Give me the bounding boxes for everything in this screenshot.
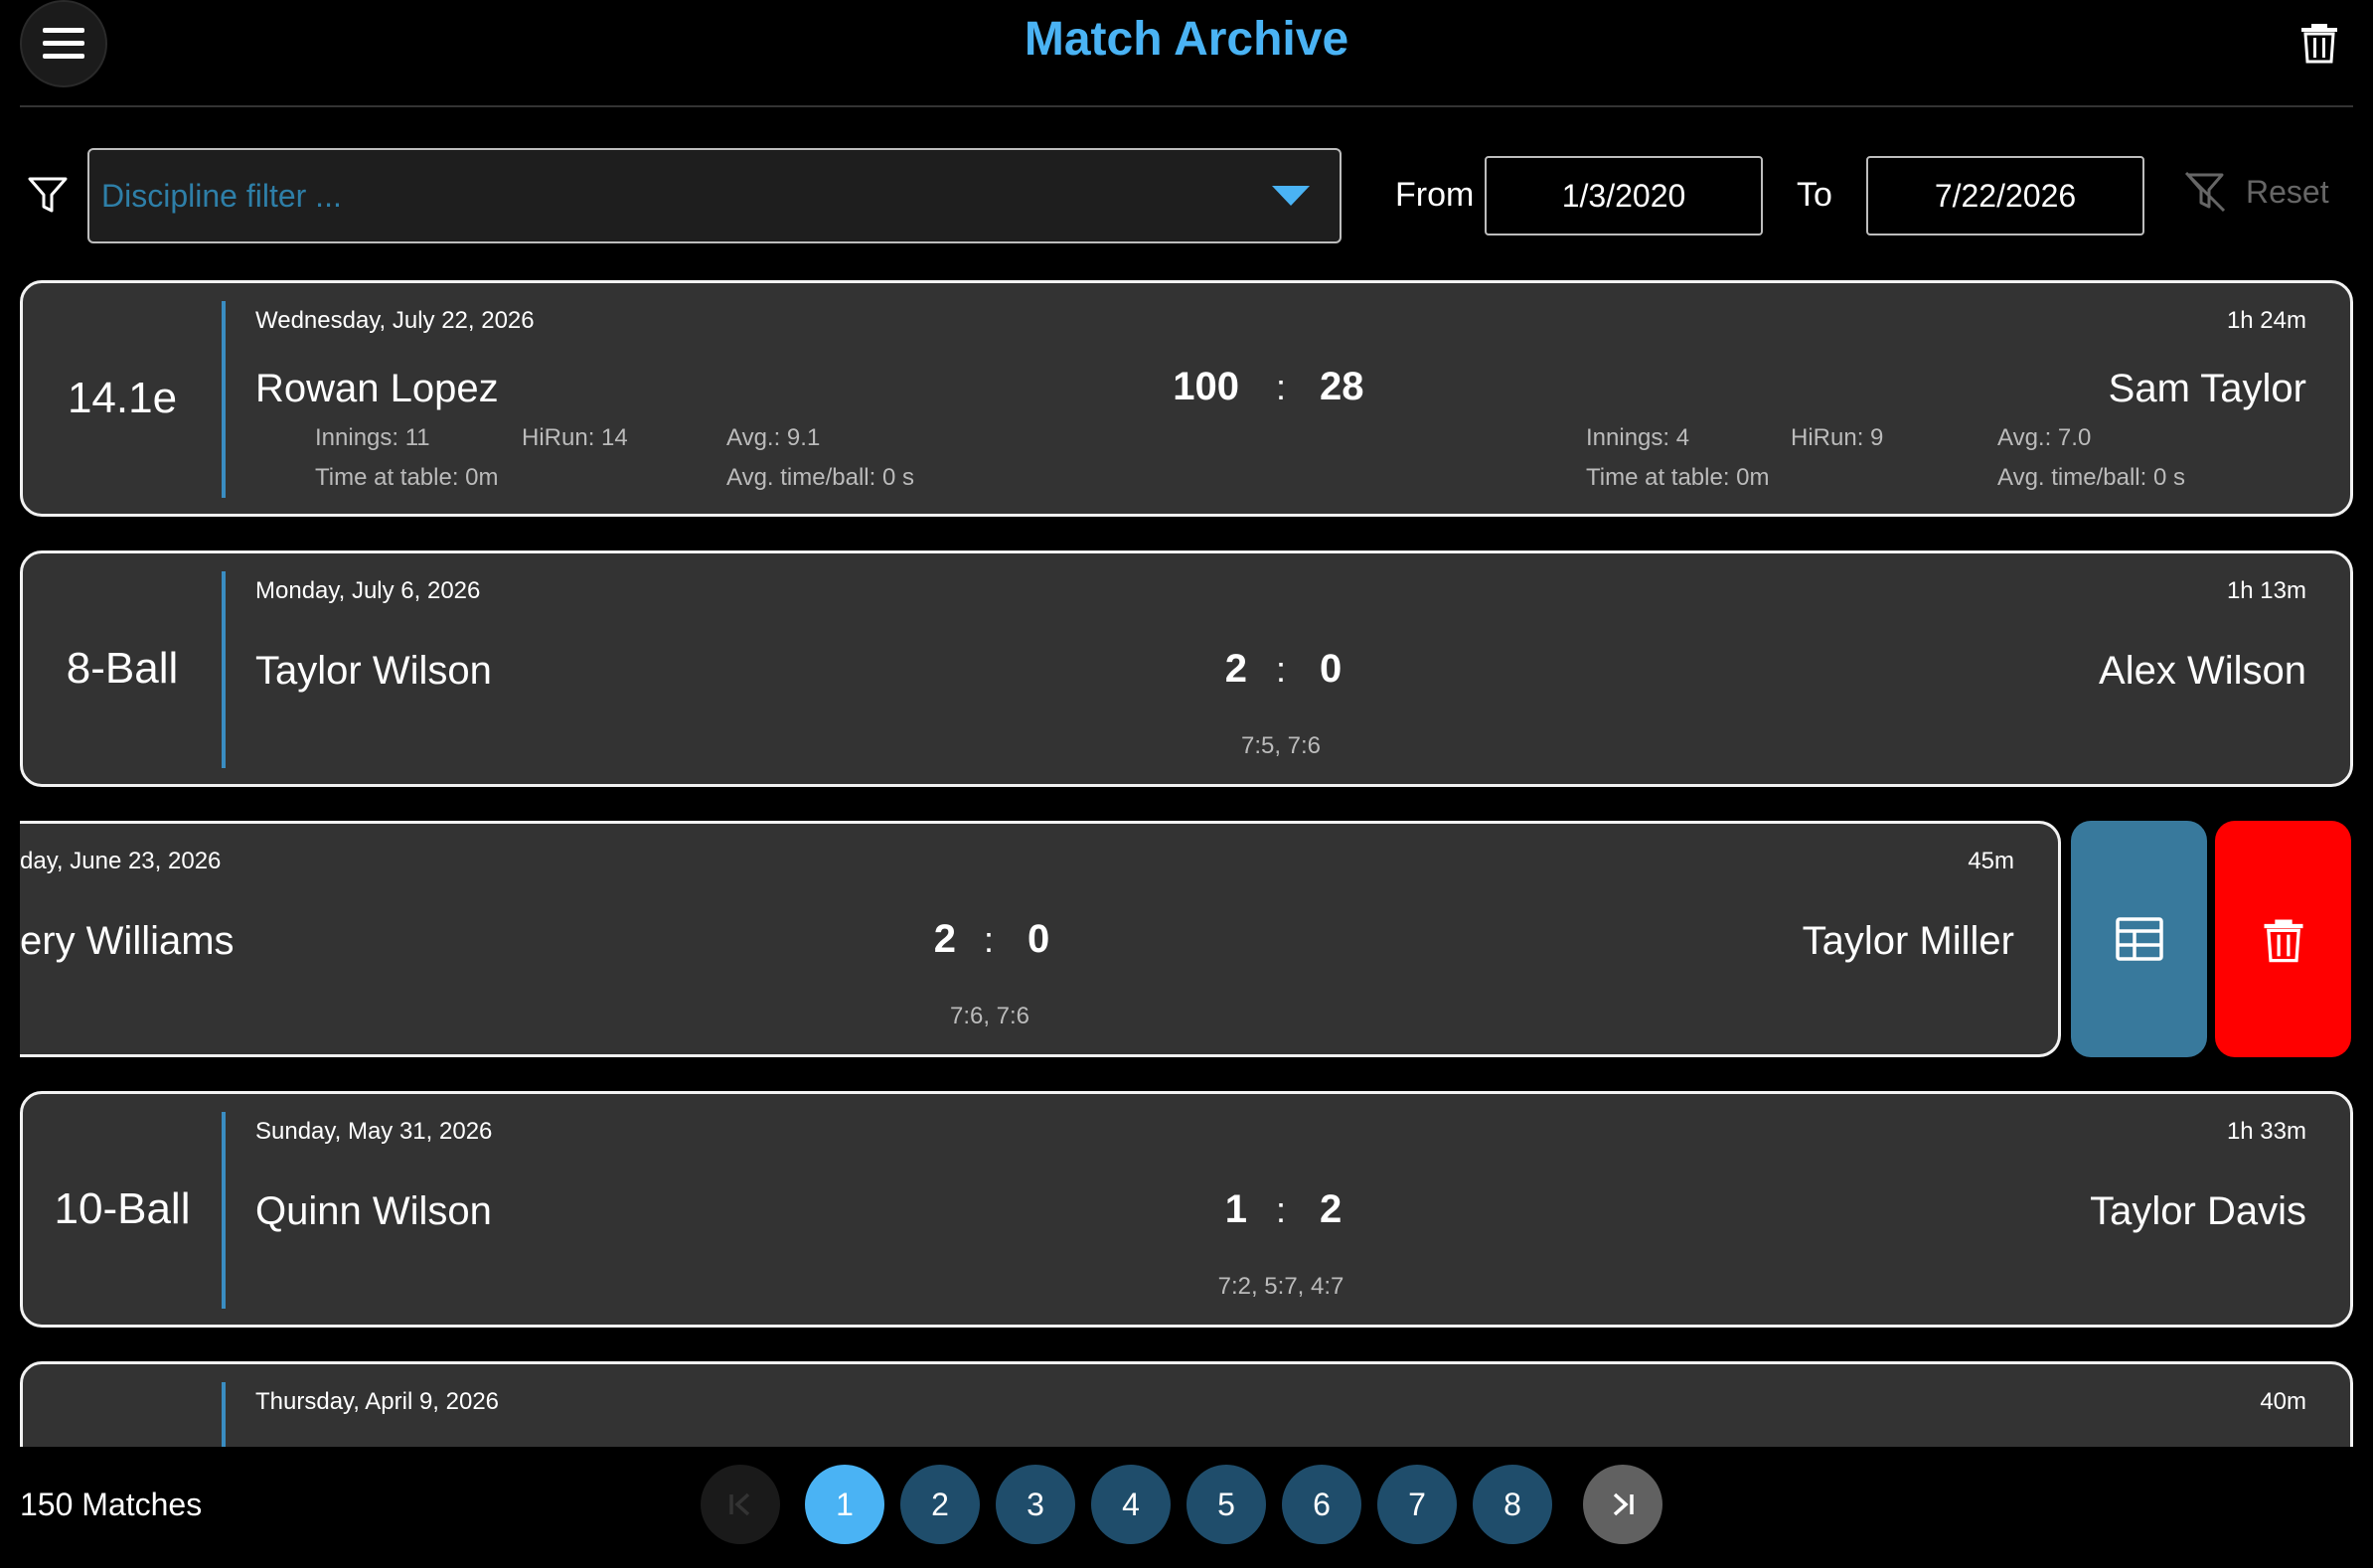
player1-name: Rowan Lopez (255, 367, 499, 410)
match-date: Thursday, April 9, 2026 (255, 1388, 500, 1415)
match-details-button[interactable] (2071, 821, 2207, 1057)
player1-name: Quinn Wilson (255, 1189, 492, 1233)
set-scores: 7:5, 7:6 (1240, 732, 1322, 759)
first-page-icon (729, 1492, 750, 1516)
score-separator: : (1276, 1189, 1287, 1230)
player1-score: 1 (1224, 1187, 1247, 1231)
player1-score: 100 (1173, 365, 1239, 408)
page-button-8[interactable]: 8 (1473, 1465, 1552, 1544)
from-label: From (1395, 176, 1475, 214)
player1-score: 2 (933, 917, 956, 961)
discipline-filter-input[interactable] (101, 150, 1214, 241)
player2-score: 2 (1320, 1187, 1343, 1231)
page-button-3[interactable]: 3 (996, 1465, 1075, 1544)
first-page-button[interactable] (701, 1465, 780, 1544)
match-card-swiped[interactable]: day, June 23, 2026 45m ery Williams Tayl… (20, 821, 2061, 1057)
player2-score: 0 (1320, 647, 1343, 691)
discipline-label: 14.1e (67, 374, 178, 422)
match-duration: 1h 33m (2226, 1118, 2306, 1145)
player1-innings: Innings: 11 (315, 424, 430, 451)
reset-filter-button[interactable]: Reset (2182, 169, 2329, 215)
page-button-6[interactable]: 6 (1282, 1465, 1361, 1544)
last-page-icon (1613, 1492, 1634, 1516)
player1-hirun: HiRun: 14 (522, 424, 628, 451)
match-card[interactable]: 14.1e Wednesday, July 22, 2026 1h 24m Ro… (20, 280, 2353, 517)
from-date-field[interactable]: 1/3/2020 (1485, 156, 1763, 235)
card-divider (222, 1112, 226, 1309)
match-card[interactable]: 8-Ball Monday, July 6, 2026 1h 13m Taylo… (20, 550, 2353, 787)
match-count: 150 Matches (20, 1487, 203, 1522)
match-date: Sunday, May 31, 2026 (255, 1118, 493, 1145)
page-title: Match Archive (1024, 13, 1349, 66)
match-duration: 40m (2260, 1388, 2306, 1415)
player2-name: Alex Wilson (2099, 649, 2306, 693)
match-card[interactable]: 10-Ball Sunday, May 31, 2026 1h 33m Quin… (20, 1091, 2353, 1328)
page-button-1[interactable]: 1 (805, 1465, 884, 1544)
reset-label: Reset (2246, 173, 2329, 210)
player1-avg: Avg.: 9.1 (726, 424, 821, 451)
to-label: To (1797, 176, 1832, 214)
discipline-label: 8-Ball (66, 644, 179, 693)
match-date: Wednesday, July 22, 2026 (255, 307, 535, 334)
match-duration: 1h 13m (2226, 577, 2306, 604)
card-divider (222, 571, 226, 768)
player2-avg: Avg.: 7.0 (1997, 424, 2092, 451)
player2-score: 28 (1320, 365, 1364, 408)
header-divider (20, 105, 2353, 107)
score-separator: : (1276, 367, 1287, 407)
pagination-footer: 150 Matches 1 2 3 4 5 6 7 8 (0, 1447, 2373, 1568)
page-button-4[interactable]: 4 (1091, 1465, 1171, 1544)
player2-name: Sam Taylor (2108, 367, 2306, 410)
filter-off-icon (2184, 171, 2226, 213)
discipline-filter-dropdown[interactable] (87, 148, 1342, 243)
last-page-button[interactable] (1583, 1465, 1662, 1544)
trash-icon (2264, 919, 2302, 963)
player2-time-at-table: Time at table: 0m (1586, 464, 1770, 491)
match-date: Monday, July 6, 2026 (255, 577, 481, 604)
page-button-5[interactable]: 5 (1186, 1465, 1266, 1544)
trash-icon[interactable] (2295, 18, 2343, 66)
delete-match-button[interactable] (2215, 821, 2351, 1057)
player1-score: 2 (1224, 647, 1247, 691)
player2-hirun: HiRun: 9 (1791, 424, 1884, 451)
match-date: day, June 23, 2026 (20, 848, 222, 874)
funnel-icon (28, 177, 68, 213)
player1-name: Taylor Wilson (255, 649, 492, 693)
discipline-label: 10-Ball (54, 1184, 191, 1233)
player1-time-at-table: Time at table: 0m (315, 464, 499, 491)
match-duration: 45m (1968, 848, 2014, 874)
page-button-7[interactable]: 7 (1377, 1465, 1457, 1544)
player1-avg-time-ball: Avg. time/ball: 0 s (726, 464, 914, 491)
page-button-2[interactable]: 2 (900, 1465, 980, 1544)
player2-score: 0 (1028, 917, 1050, 961)
player2-name: Taylor Miller (1802, 919, 2014, 963)
card-divider (222, 301, 226, 498)
set-scores: 7:2, 5:7, 4:7 (1217, 1273, 1345, 1300)
player2-name: Taylor Davis (2090, 1189, 2306, 1233)
player2-avg-time-ball: Avg. time/ball: 0 s (1997, 464, 2185, 491)
player2-innings: Innings: 4 (1586, 424, 1690, 451)
score-separator: : (984, 919, 995, 960)
app-header: Match Archive (0, 0, 2373, 107)
set-scores: 7:6, 7:6 (949, 1003, 1030, 1029)
table-icon (2115, 917, 2163, 961)
chevron-down-icon[interactable] (1272, 186, 1310, 206)
to-date-field[interactable]: 7/22/2026 (1866, 156, 2144, 235)
match-duration: 1h 24m (2226, 307, 2306, 334)
player1-name: ery Williams (20, 919, 235, 963)
score-separator: : (1276, 649, 1287, 690)
